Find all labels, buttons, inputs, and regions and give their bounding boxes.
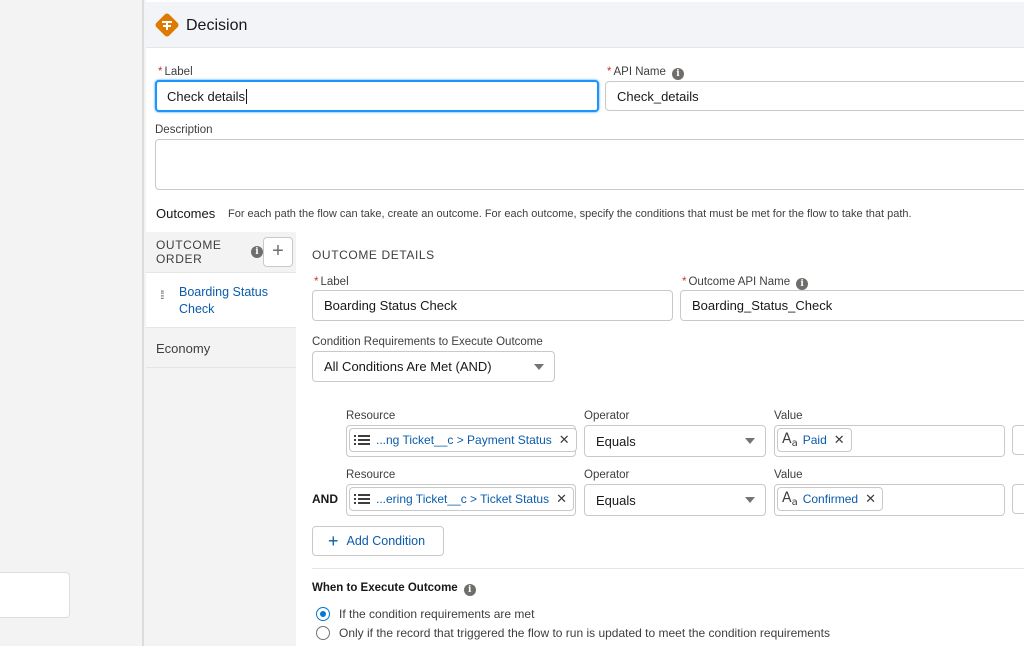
description-field-label: Description (155, 124, 213, 136)
label-input-value: Check details (167, 88, 246, 104)
value-pill[interactable]: Aa Paid ✕ (777, 428, 852, 452)
resource-pill[interactable]: ...ng Ticket__c > Payment Status ✕ (349, 428, 577, 452)
value-input[interactable]: Aa Paid ✕ (774, 425, 1005, 457)
outcome-item-economy[interactable]: Economy (146, 328, 296, 368)
panel-header: Decision (146, 2, 1024, 48)
add-outcome-button[interactable]: + (263, 237, 293, 267)
label-input[interactable]: Check details (155, 80, 599, 112)
radio-button[interactable] (316, 626, 330, 640)
info-icon[interactable]: i (463, 584, 476, 596)
resource-input[interactable]: ...ering Ticket__c > Ticket Status ✕ (346, 484, 576, 516)
text-type-icon: Aa (782, 431, 798, 449)
radio-option-record-updated[interactable]: Only if the record that triggered the fl… (316, 626, 830, 640)
delete-condition-button[interactable] (1012, 425, 1024, 455)
value-label: Value (774, 410, 803, 422)
resource-input[interactable]: ...ng Ticket__c > Payment Status ✕ (346, 425, 577, 457)
api-name-input[interactable]: Check_details (605, 81, 1024, 111)
resource-label: Resource (346, 469, 396, 481)
operator-value: Equals (596, 433, 636, 449)
remove-icon[interactable]: ✕ (559, 432, 570, 448)
dropdown-arrow-icon (745, 497, 755, 503)
outcome-api-name-input[interactable]: Boarding_Status_Check (680, 290, 1024, 321)
operator-value: Equals (596, 492, 636, 508)
value-pill-text: Confirmed (802, 492, 859, 506)
dropdown-arrow-icon (745, 438, 755, 444)
decision-editor-panel: Decision * Label Check details * API Name i… (146, 0, 1024, 646)
api-name-field-label: * API Name i (607, 66, 684, 80)
operator-label: Operator (584, 410, 630, 422)
radio-option-label: Only if the record that triggered the fl… (339, 626, 830, 640)
canvas-pane (0, 0, 144, 646)
remove-icon[interactable]: ✕ (834, 432, 845, 448)
outcome-api-name-value: Boarding_Status_Check (692, 298, 833, 313)
condition-requirements-select[interactable]: All Conditions Are Met (AND) (312, 351, 555, 382)
outcome-item-label: Economy (156, 341, 211, 356)
outcome-label-value: Boarding Status Check (324, 298, 457, 313)
info-icon[interactable]: i (796, 278, 809, 290)
operator-select[interactable]: Equals (584, 425, 766, 457)
resource-pill-text: ...ering Ticket__c > Ticket Status (376, 492, 550, 506)
api-name-input-value: Check_details (617, 88, 699, 104)
description-textarea[interactable] (155, 139, 1024, 190)
dropdown-arrow-icon (534, 363, 544, 370)
outcome-details-heading: OUTCOME DETAILS (312, 248, 435, 262)
text-type-icon: Aa (782, 490, 798, 508)
remove-icon[interactable]: ✕ (556, 491, 567, 507)
condition-requirements-value: All Conditions Are Met (AND) (324, 359, 492, 374)
picklist-icon (354, 434, 370, 446)
canvas-element-card[interactable] (0, 572, 70, 618)
resource-pill[interactable]: ...ering Ticket__c > Ticket Status ✕ (349, 487, 574, 511)
outcomes-description: For each path the flow can take, create … (228, 208, 912, 220)
picklist-icon (354, 493, 370, 505)
operator-select[interactable]: Equals (584, 484, 766, 516)
outcome-api-name-field-label: * Outcome API Name i (682, 276, 809, 290)
value-input[interactable]: Aa Confirmed ✕ (774, 484, 1005, 516)
outcome-item-boarding-status-check[interactable]: ⁞⁞ Boarding Status Check (146, 272, 296, 328)
radio-button-selected[interactable] (316, 607, 330, 621)
outcome-item-label: Boarding Status Check (179, 285, 268, 316)
add-condition-label: Add Condition (346, 534, 426, 548)
condition-requirements-label: Condition Requirements to Execute Outcom… (312, 336, 543, 348)
info-icon[interactable]: i (251, 246, 263, 258)
drag-handle-icon[interactable]: ⁞⁞ (160, 289, 164, 301)
resource-pill-text: ...ng Ticket__c > Payment Status (376, 433, 552, 447)
outcomes-title: Outcomes (156, 206, 216, 221)
outcome-label-field-label: * Label (314, 276, 349, 288)
delete-condition-button[interactable] (1012, 484, 1024, 514)
when-to-execute-title: When to Execute Outcome i (312, 582, 476, 596)
radio-option-label: If the condition requirements are met (339, 607, 535, 621)
decision-icon (155, 13, 179, 37)
add-icon: + (328, 531, 339, 551)
condition-logic-label: AND (312, 492, 338, 506)
outcome-order-heading: OUTCOME ORDER (156, 238, 222, 266)
add-condition-button[interactable]: + Add Condition (312, 526, 444, 556)
radio-option-conditions-met[interactable]: If the condition requirements are met (316, 607, 534, 621)
section-divider (312, 568, 1024, 569)
operator-label: Operator (584, 469, 630, 481)
value-pill-text: Paid (802, 433, 827, 447)
info-icon[interactable]: i (671, 68, 684, 80)
label-field-label: * Label (158, 66, 193, 78)
outcome-order-column: OUTCOME ORDER i + ⁞⁞ Boarding Status Che… (146, 232, 296, 646)
value-label: Value (774, 469, 803, 481)
outcome-label-input[interactable]: Boarding Status Check (312, 290, 673, 321)
remove-icon[interactable]: ✕ (865, 491, 876, 507)
resource-label: Resource (346, 410, 396, 422)
panel-title: Decision (186, 17, 248, 34)
value-pill[interactable]: Aa Confirmed ✕ (777, 487, 883, 511)
